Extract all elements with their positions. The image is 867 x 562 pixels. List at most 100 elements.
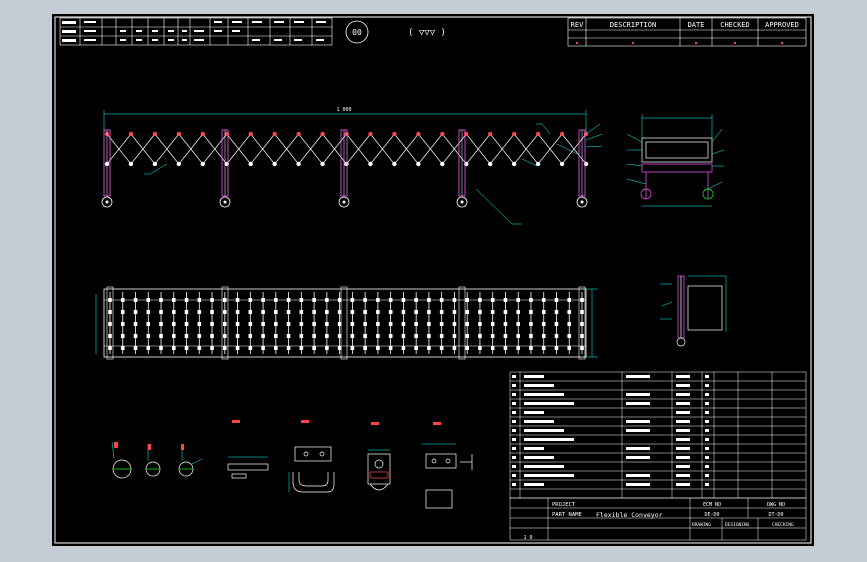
pivot-bottom (248, 161, 253, 167)
cad-drawing: 00 ( ▽▽▽ ) REV DESCRIPTION DATE CHECKED … (54, 16, 812, 544)
roller (274, 346, 278, 350)
roller (465, 310, 469, 314)
roller (325, 322, 329, 326)
roller (261, 346, 265, 350)
roller (414, 334, 418, 338)
roller (350, 346, 355, 350)
approved-header: APPROVED (765, 21, 799, 29)
roller (554, 334, 559, 338)
pivot-bottom (559, 161, 565, 167)
roller (388, 322, 393, 326)
roller (452, 310, 457, 314)
roller (197, 322, 202, 326)
roller (439, 346, 444, 350)
roller (159, 310, 163, 314)
roller (312, 310, 316, 314)
roller (503, 322, 508, 326)
pivot-bottom (511, 161, 517, 167)
roller (108, 334, 112, 338)
roller (133, 310, 138, 314)
roller (580, 334, 584, 338)
roller (120, 322, 125, 326)
roller (376, 346, 380, 350)
pivot-top (559, 131, 565, 137)
roller (159, 334, 163, 338)
roller (299, 310, 304, 314)
roller (210, 334, 214, 338)
roller (210, 322, 214, 326)
roller (452, 322, 457, 326)
roller (376, 322, 380, 326)
roller (388, 334, 393, 338)
roller (541, 310, 546, 314)
checking-label: CHECKING (772, 522, 794, 528)
roller (248, 322, 253, 326)
roller (478, 322, 482, 326)
pivot-bottom (344, 161, 349, 167)
roller (478, 310, 482, 314)
roller (554, 310, 559, 314)
roller (108, 310, 112, 314)
roller (197, 346, 202, 350)
roller (171, 310, 176, 314)
roller (286, 322, 291, 326)
revision-table-cell-marks (576, 42, 783, 44)
roller (312, 346, 316, 350)
front-leaders (144, 123, 603, 225)
roller (248, 334, 253, 338)
bom-text-marks (512, 375, 709, 486)
roller (350, 334, 355, 338)
caster-hub (105, 200, 109, 204)
roller (133, 346, 138, 350)
roller (439, 334, 444, 338)
roller (184, 322, 189, 326)
roller (197, 310, 202, 314)
roller (261, 334, 265, 338)
pivot-bottom (488, 161, 493, 167)
checked-header: CHECKED (720, 21, 750, 29)
roller (184, 334, 189, 338)
roller (146, 322, 151, 326)
ecm-no-label: ECM NO (703, 502, 721, 508)
pivot-bottom (176, 161, 182, 167)
roller (427, 322, 431, 326)
pivot-top (511, 131, 517, 137)
front-elevation-view: 1 000 (101, 107, 603, 225)
roller (235, 310, 240, 314)
overall-dimension-text: 1 000 (336, 107, 351, 113)
roller (363, 310, 367, 314)
roller (439, 310, 444, 314)
roller (133, 334, 138, 338)
plan-leg-frame (340, 286, 348, 360)
pivot-bottom (392, 161, 397, 167)
dwg-no-label: DWG NO (767, 502, 785, 508)
pivot-top (392, 131, 397, 137)
roller (567, 334, 572, 338)
roller (516, 310, 521, 314)
pivot-bottom (320, 161, 325, 167)
roller (529, 310, 533, 314)
roller (286, 346, 291, 350)
roller (388, 346, 393, 350)
roller (490, 322, 495, 326)
roller (197, 334, 202, 338)
conveyor-legs (101, 129, 588, 208)
pivot-top (272, 131, 277, 137)
roller (286, 334, 291, 338)
pivot-top (296, 131, 301, 137)
part-name-label: PART NAME (552, 512, 582, 518)
roller (401, 322, 406, 326)
roller (171, 334, 176, 338)
roller-rows (104, 286, 586, 360)
roller (567, 346, 572, 350)
roller (261, 310, 265, 314)
ecm-no: DE-D0 (704, 512, 719, 518)
roller (376, 310, 380, 314)
roller (235, 322, 240, 326)
roller (261, 322, 265, 326)
roller (274, 310, 278, 314)
roller (452, 334, 457, 338)
roller (401, 310, 406, 314)
date-header: DATE (688, 21, 705, 29)
roller (529, 334, 533, 338)
